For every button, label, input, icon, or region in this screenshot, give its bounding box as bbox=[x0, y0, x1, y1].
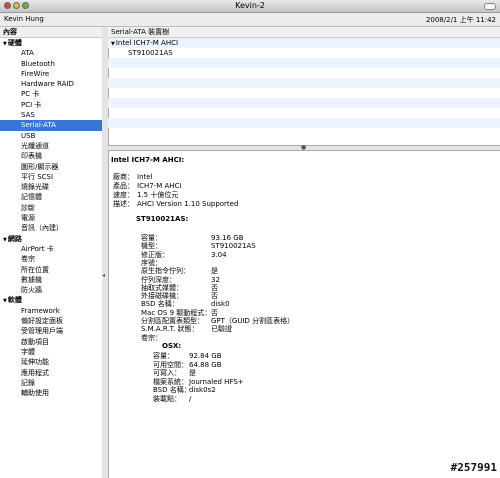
sidebar-category[interactable]: ▼軟體 bbox=[0, 295, 102, 305]
splitter-grip-icon[interactable]: ◂ bbox=[102, 272, 105, 279]
detail-title: Intel ICH7-M AHCI: bbox=[111, 156, 185, 164]
sidebar-item[interactable]: 數據機 bbox=[0, 275, 102, 285]
sidebar-item[interactable]: Hardware RAID bbox=[0, 79, 102, 89]
sidebar-item[interactable]: 燒錄光碟 bbox=[0, 182, 102, 192]
empty-row bbox=[108, 98, 500, 108]
window-titlebar: Kevin-2 bbox=[0, 0, 500, 13]
sidebar-category[interactable]: ▼網路 bbox=[0, 234, 102, 244]
controller-label: Intel ICH7-M AHCI bbox=[115, 39, 179, 47]
device-label: ST910021AS bbox=[128, 49, 173, 57]
watermark-text: #257991 bbox=[450, 461, 497, 474]
sidebar-item[interactable]: 記錄 bbox=[0, 378, 102, 388]
sidebar-item[interactable]: 音訊（內建） bbox=[0, 223, 102, 233]
sidebar-header: 內容 bbox=[0, 27, 102, 38]
tree-row-device[interactable]: ST910021AS bbox=[108, 48, 500, 58]
empty-row bbox=[108, 68, 500, 78]
user-name: Kevin Hung bbox=[4, 15, 44, 23]
disclosure-down-icon[interactable]: ▼ bbox=[3, 41, 7, 47]
empty-row bbox=[108, 58, 500, 68]
sidebar-list: ▼硬體 ATA Bluetooth FireWire Hardware RAID PC 卡… bbox=[0, 38, 102, 398]
controller-field-key: 描述： bbox=[113, 200, 134, 208]
sidebar-category-label: 軟體 bbox=[7, 296, 22, 305]
sidebar-item[interactable]: 圖形/顯示器 bbox=[0, 162, 102, 172]
sidebar-item[interactable]: 啟動項目 bbox=[0, 337, 102, 347]
volume-field-key: 裝載點： bbox=[153, 394, 181, 403]
toolbar-toggle-button[interactable] bbox=[484, 3, 496, 10]
sidebar-category-label: 硬體 bbox=[7, 39, 22, 47]
sidebar-item[interactable]: 延伸功能 bbox=[0, 357, 102, 367]
sidebar-item[interactable]: USB bbox=[0, 131, 102, 141]
sidebar-item[interactable]: FireWire bbox=[0, 69, 102, 79]
sidebar-category[interactable]: ▼硬體 bbox=[0, 38, 102, 48]
sidebar-item[interactable]: 記憶體 bbox=[0, 192, 102, 202]
device-field-value: 3.04 bbox=[211, 250, 227, 259]
sidebar: 內容 ▼硬體 ATA Bluetooth FireWire Hardware RAID P… bbox=[0, 27, 103, 478]
sidebar-item[interactable]: 所在位置 bbox=[0, 265, 102, 275]
empty-row bbox=[108, 108, 500, 118]
empty-row bbox=[108, 128, 500, 138]
sidebar-item[interactable]: PCI 卡 bbox=[0, 100, 102, 110]
sidebar-item[interactable]: 卷宗 bbox=[0, 254, 102, 264]
sidebar-item[interactable]: 診斷 bbox=[0, 203, 102, 213]
disclosure-down-icon[interactable]: ▼ bbox=[3, 237, 7, 243]
device-tree-header: Serial-ATA 裝置樹 bbox=[108, 27, 500, 38]
sidebar-category-label: 網路 bbox=[7, 234, 22, 243]
empty-row bbox=[108, 78, 500, 88]
sidebar-item[interactable]: 印表機 bbox=[0, 151, 102, 161]
sidebar-item[interactable]: SAS bbox=[0, 110, 102, 120]
sidebar-item[interactable]: 光纖通道 bbox=[0, 141, 102, 151]
device-field-value: 已驗證 bbox=[211, 325, 232, 334]
sidebar-item[interactable]: Framework bbox=[0, 306, 102, 316]
controller-field-value: Intel bbox=[137, 173, 153, 181]
sidebar-item[interactable]: 偏好設定面板 bbox=[0, 316, 102, 326]
volume-field: 裝載點： / bbox=[153, 394, 191, 404]
empty-row bbox=[108, 118, 500, 128]
sidebar-item[interactable]: ATA bbox=[0, 48, 102, 58]
sidebar-item[interactable]: 平行 SCSI bbox=[0, 172, 102, 182]
device-tree-pane: Serial-ATA 裝置樹 ▼Intel ICH7-M AHCI ST9100… bbox=[108, 27, 500, 145]
disclosure-down-icon[interactable]: ▼ bbox=[111, 41, 115, 47]
sidebar-item[interactable]: 防火牆 bbox=[0, 285, 102, 295]
controller-field-value: 1.5 十億位元 bbox=[137, 191, 179, 199]
splitter-grip-icon[interactable]: ● bbox=[301, 144, 306, 151]
device-title: ST910021AS: bbox=[136, 215, 189, 223]
window-title: Kevin-2 bbox=[235, 1, 265, 10]
volume-field-value: disk0s2 bbox=[189, 386, 216, 394]
timestamp: 2008/2/1 上午 11:42 bbox=[425, 16, 496, 24]
empty-row bbox=[108, 88, 500, 98]
tree-row-controller[interactable]: ▼Intel ICH7-M AHCI bbox=[108, 38, 500, 48]
sidebar-item[interactable]: 字體 bbox=[0, 347, 102, 357]
sidebar-item[interactable]: Bluetooth bbox=[0, 59, 102, 69]
disclosure-down-icon[interactable]: ▼ bbox=[3, 298, 7, 304]
sidebar-item[interactable]: Serial-ATA bbox=[0, 120, 102, 131]
volume-title: OSX: bbox=[162, 342, 182, 350]
sidebar-item[interactable]: 輔助使用 bbox=[0, 388, 102, 398]
sidebar-item[interactable]: 應用程式 bbox=[0, 368, 102, 378]
controller-field-value: ICH7-M AHCI bbox=[137, 182, 182, 190]
controller-field-value: AHCI Version 1.10 Supported bbox=[137, 200, 239, 208]
info-bar: Kevin Hung 2008/2/1 上午 11:42 bbox=[0, 13, 500, 27]
volume-field-value: / bbox=[189, 394, 192, 403]
detail-pane: Intel ICH7-M AHCI: 廠商： Intel 產品： ICH7-M AHC… bbox=[108, 151, 500, 478]
sidebar-item[interactable]: 受管理用戶端 bbox=[0, 326, 102, 336]
sidebar-item[interactable]: AirPort 卡 bbox=[0, 244, 102, 254]
controller-field: 描述： AHCI Version 1.10 Supported bbox=[113, 199, 238, 209]
sidebar-item[interactable]: 電源 bbox=[0, 213, 102, 223]
sidebar-item[interactable]: PC 卡 bbox=[0, 89, 102, 99]
